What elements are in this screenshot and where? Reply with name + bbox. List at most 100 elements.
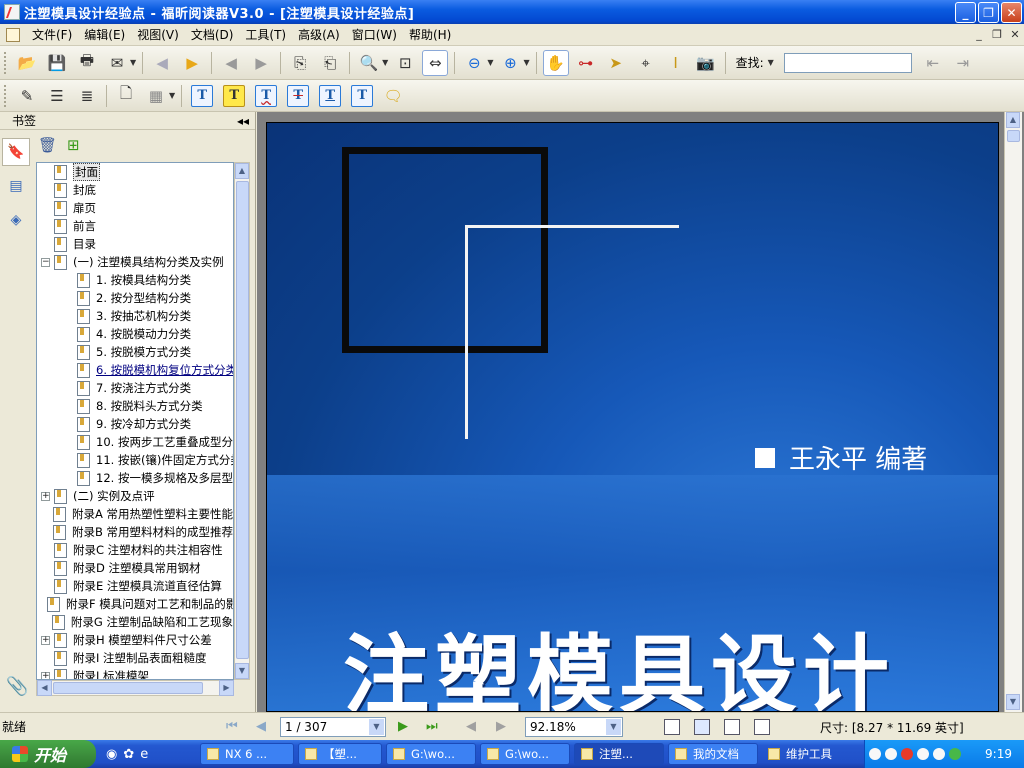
mdi-close-button[interactable]: ✕ [1008, 28, 1022, 41]
bookmark-item[interactable]: 10. 按两步工艺重叠成型分类 [37, 433, 233, 451]
pdf-page[interactable]: 王永平 编著 注塑模具设计 [266, 122, 999, 712]
tray-app-icon[interactable] [917, 748, 929, 760]
taskbar-item-my-documents[interactable]: 我的文档 [668, 743, 758, 765]
collapse-panel-icon[interactable]: ◂◂ [237, 114, 249, 128]
collapse-icon[interactable]: − [41, 257, 50, 267]
add-bookmark-icon[interactable]: ⊞ [67, 136, 80, 154]
squiggly-text-icon[interactable]: T [255, 84, 278, 107]
highlight-text-icon[interactable]: T [223, 84, 246, 107]
find-input[interactable] [783, 52, 912, 73]
thumbnails-tab-icon[interactable]: ▤ [2, 172, 30, 200]
single-page-view-icon[interactable] [664, 719, 680, 735]
menu-edit[interactable]: 编辑(E) [78, 26, 131, 43]
taskbar-item-folder-1[interactable]: G:\wo... [386, 743, 476, 765]
bookmark-item[interactable]: 11. 按嵌(镶)件固定方式分类 [37, 451, 233, 469]
back-icon[interactable]: ◀ [218, 50, 244, 76]
zoom-out-dropdown-icon[interactable]: ▼ [487, 58, 493, 67]
document-vertical-scrollbar[interactable]: ▲ ▼ [1004, 112, 1022, 712]
find-previous-icon[interactable]: ⇤ [920, 50, 946, 76]
forward-icon[interactable]: ▶ [248, 50, 274, 76]
document-icon[interactable] [6, 27, 20, 42]
save-icon[interactable]: 💾 [44, 50, 70, 76]
zoom-dropdown-icon[interactable]: ▼ [606, 719, 621, 735]
zoom-out-icon[interactable]: ⊖ [461, 50, 487, 76]
menu-advanced[interactable]: 高级(A) [292, 26, 346, 43]
rotate-right-icon[interactable]: ⎗ [317, 50, 343, 76]
select-arrow-icon[interactable]: ➤ [603, 50, 629, 76]
tray-qq-icon[interactable] [933, 748, 945, 760]
scroll-thumb[interactable] [1007, 130, 1020, 142]
fit-page-icon[interactable]: ⊡ [392, 50, 418, 76]
email-dropdown-icon[interactable]: ▼ [130, 58, 136, 67]
toolbar-grip[interactable] [4, 84, 8, 107]
taskbar-item-folder-2[interactable]: G:\wo... [480, 743, 570, 765]
underline-text-icon[interactable]: T [319, 84, 342, 107]
bookmark-item[interactable]: 1. 按模具结构分类 [37, 271, 233, 289]
zoom-level-field[interactable]: 92.18% ▼ [525, 717, 623, 737]
bookmark-item[interactable]: 附录A 常用热塑性塑料主要性能 [37, 505, 233, 523]
mdi-minimize-button[interactable]: _ [972, 28, 986, 41]
zoom-in-magnifier-icon[interactable]: 🔍 [356, 50, 382, 76]
snapshot-camera-icon[interactable]: 📷 [693, 50, 719, 76]
scroll-up-icon[interactable]: ▲ [1006, 112, 1020, 128]
taskbar-toolbar-maintenance[interactable]: 维护工具 [762, 743, 860, 765]
bookmark-item[interactable]: + 附录J 标准模架 [37, 667, 233, 679]
fit-width-icon[interactable]: ⇔ [422, 49, 449, 76]
hand-tool-icon[interactable]: ✋ [542, 49, 569, 76]
start-button[interactable]: 开始 [0, 740, 96, 768]
bookmarks-tab-icon[interactable]: 🔖 [2, 138, 30, 166]
bookmark-item[interactable]: 5. 按脱模方式分类 [37, 343, 233, 361]
bookmark-item[interactable]: 封底 [37, 181, 233, 199]
previous-page-icon[interactable]: ◀ [149, 50, 175, 76]
bookmark-item[interactable]: 3. 按抽芯机构分类 [37, 307, 233, 325]
bookmark-horizontal-scrollbar[interactable]: ◀ ▶ [36, 680, 234, 696]
menu-view[interactable]: 视图(V) [131, 26, 185, 43]
layers-tab-icon[interactable]: ◈ [2, 206, 30, 234]
find-next-icon[interactable]: ⇥ [950, 50, 976, 76]
bookmark-item[interactable]: 7. 按浇注方式分类 [37, 379, 233, 397]
mdi-restore-button[interactable]: ❐ [990, 28, 1004, 41]
zoom-dropdown-icon[interactable]: ▼ [382, 58, 388, 67]
toolbar-grip[interactable] [4, 51, 8, 74]
find-options-dropdown-icon[interactable]: ▼ [768, 58, 774, 67]
quicklaunch-app-icon[interactable]: ✿ [123, 747, 134, 762]
print-icon[interactable]: 🖶 [74, 50, 100, 76]
bookmark-item[interactable]: 附录B 常用塑料材料的成型推荐 [37, 523, 233, 541]
email-icon[interactable]: ✉ [104, 50, 130, 76]
edit-note-icon[interactable]: ✎ [14, 83, 40, 109]
previous-page-icon[interactable]: ◀ [256, 719, 266, 734]
menu-file[interactable]: 文件(F) [26, 26, 78, 43]
scroll-up-icon[interactable]: ▲ [235, 163, 249, 179]
bookmark-tree[interactable]: 封面 封底 扉页 前言 目录 − (一) 注塑模具结构分类及实例 1. 按模具结构分类 2. 按… [36, 162, 234, 680]
scroll-right-icon[interactable]: ▶ [219, 680, 234, 696]
menu-window[interactable]: 窗口(W) [346, 26, 403, 43]
back-view-icon[interactable]: ◀ [466, 719, 476, 734]
document-view[interactable]: 王永平 编著 注塑模具设计 ▲ ▼ [257, 112, 1024, 712]
menu-tools[interactable]: 工具(T) [239, 26, 292, 43]
restore-button[interactable]: ❐ [978, 2, 999, 23]
tray-arrow-icon[interactable] [869, 748, 881, 760]
scroll-thumb[interactable] [236, 181, 249, 659]
text-select-icon[interactable]: Ⅰ [663, 50, 689, 76]
pattern-dropdown-icon[interactable]: ▼ [169, 91, 175, 100]
expand-icon[interactable]: + [41, 671, 50, 679]
bookmark-item[interactable]: 前言 [37, 217, 233, 235]
scroll-thumb[interactable] [53, 682, 203, 694]
bookmark-item[interactable]: 附录C 注塑材料的共注相容性 [37, 541, 233, 559]
taskbar-item-reader[interactable]: 注塑... [574, 743, 664, 765]
continuous-facing-view-icon[interactable] [754, 719, 770, 735]
next-page-icon[interactable]: ▶ [398, 719, 408, 734]
reading-glasses-icon[interactable]: ⊶ [573, 50, 599, 76]
bookmark-item[interactable]: + (二) 实例及点评 [37, 487, 233, 505]
forward-view-icon[interactable]: ▶ [496, 719, 506, 734]
bookmark-item[interactable]: 4. 按脱模动力分类 [37, 325, 233, 343]
text-icon[interactable]: T [191, 84, 214, 107]
quicklaunch-ie-icon[interactable]: e [140, 747, 148, 762]
next-page-icon[interactable]: ▶ [179, 50, 205, 76]
bookmark-item[interactable]: 6. 按脱模机构复位方式分类 [37, 361, 233, 379]
last-page-icon[interactable]: ⏭ [426, 719, 438, 734]
tray-network-icon[interactable] [885, 748, 897, 760]
scroll-left-icon[interactable]: ◀ [37, 680, 52, 696]
bookmark-item[interactable]: 附录G 注塑制品缺陷和工艺现象 [37, 613, 233, 631]
quicklaunch-browser-icon[interactable]: ◉ [106, 747, 117, 762]
